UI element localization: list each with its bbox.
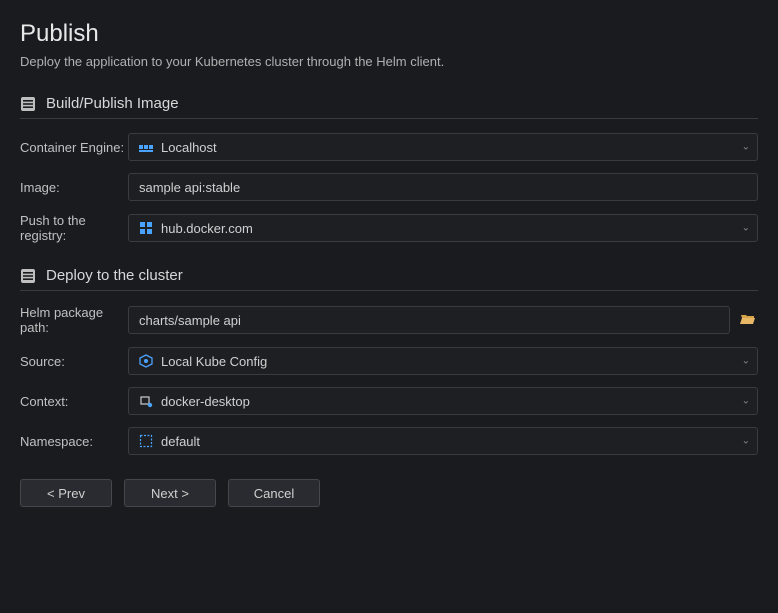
kube-config-icon	[139, 354, 153, 368]
source-select[interactable]: Local Kube Config	[128, 347, 758, 375]
container-host-icon	[139, 140, 153, 154]
browse-folder-button[interactable]	[738, 310, 758, 330]
image-input[interactable]	[139, 180, 747, 195]
cancel-button[interactable]: Cancel	[228, 479, 320, 507]
registry-icon	[139, 221, 153, 235]
next-button[interactable]: Next >	[124, 479, 216, 507]
label-namespace: Namespace:	[20, 434, 128, 449]
section-build-header: Build/Publish Image	[20, 95, 758, 119]
section-deploy-title: Deploy to the cluster	[46, 267, 183, 284]
prev-button[interactable]: < Prev	[20, 479, 112, 507]
label-image: Image:	[20, 180, 128, 195]
label-container-engine: Container Engine:	[20, 140, 128, 155]
section-build: Build/Publish Image Container Engine: Lo…	[20, 95, 758, 243]
namespace-icon	[139, 434, 153, 448]
section-deploy: Deploy to the cluster Helm package path:…	[20, 267, 758, 455]
list-icon	[20, 96, 36, 112]
label-push-registry: Push to the registry:	[20, 213, 128, 243]
push-registry-value: hub.docker.com	[161, 221, 729, 236]
image-input-wrap	[128, 173, 758, 201]
label-source: Source:	[20, 354, 128, 369]
section-build-title: Build/Publish Image	[46, 95, 179, 112]
list-icon	[20, 268, 36, 284]
wizard-footer: < Prev Next > Cancel	[20, 479, 758, 507]
page-title: Publish	[20, 20, 758, 48]
context-icon	[139, 394, 153, 408]
namespace-select[interactable]: default	[128, 427, 758, 455]
label-helm-path: Helm package path:	[20, 305, 128, 335]
namespace-value: default	[161, 434, 729, 449]
helm-path-input-wrap	[128, 306, 730, 334]
page-subtitle: Deploy the application to your Kubernete…	[20, 54, 758, 69]
container-engine-value: Localhost	[161, 140, 729, 155]
helm-path-input[interactable]	[139, 313, 719, 328]
label-context: Context:	[20, 394, 128, 409]
context-select[interactable]: docker-desktop	[128, 387, 758, 415]
section-deploy-header: Deploy to the cluster	[20, 267, 758, 291]
folder-open-icon	[740, 311, 756, 330]
context-value: docker-desktop	[161, 394, 729, 409]
source-value: Local Kube Config	[161, 354, 729, 369]
container-engine-select[interactable]: Localhost	[128, 133, 758, 161]
push-registry-select[interactable]: hub.docker.com	[128, 214, 758, 242]
